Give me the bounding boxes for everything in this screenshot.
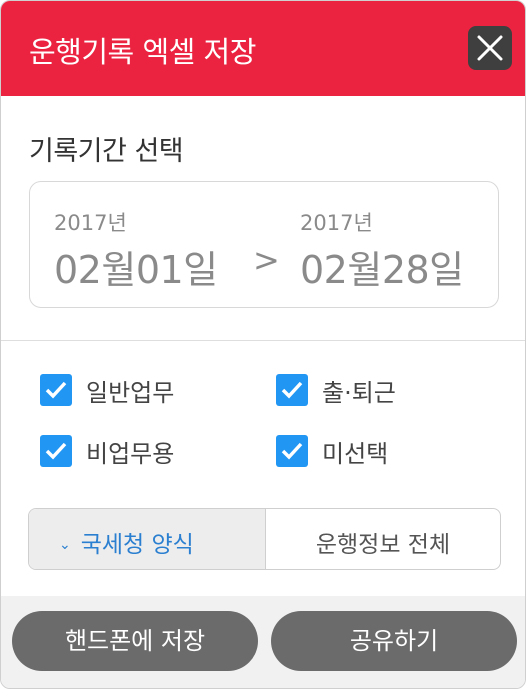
range-separator: > bbox=[253, 241, 280, 279]
checkbox[interactable] bbox=[276, 435, 308, 467]
tab-all-trip-info[interactable]: 운행정보 전체 bbox=[265, 525, 500, 559]
close-button[interactable] bbox=[468, 26, 512, 70]
format-toggle: ⌄ 국세청 양식 운행정보 전체 bbox=[28, 508, 501, 570]
period-title: 기록기간 선택 bbox=[29, 136, 184, 167]
start-year: 2017년 bbox=[54, 211, 127, 235]
tab-nts-format-label-wrap: ⌄ 국세청 양식 bbox=[59, 525, 194, 559]
start-date[interactable]: 02월01일 bbox=[54, 239, 218, 294]
end-year: 2017년 bbox=[300, 211, 373, 235]
checkbox[interactable] bbox=[276, 374, 308, 406]
option-label: 비업무용 bbox=[86, 440, 175, 468]
checkbox[interactable] bbox=[40, 435, 72, 467]
check-icon bbox=[281, 381, 303, 399]
option-label: 일반업무 bbox=[86, 379, 175, 407]
date-range-picker[interactable]: 2017년 02월01일 > 2017년 02월28일 bbox=[29, 181, 499, 308]
end-date[interactable]: 02월28일 bbox=[300, 239, 464, 294]
export-dialog: 운행기록 엑셀 저장 기록기간 선택 2017년 02월01일 > 2017년 … bbox=[0, 0, 526, 689]
tab-nts-format-label: 국세청 양식 bbox=[80, 532, 194, 558]
check-icon bbox=[281, 442, 303, 460]
tab-nts-format[interactable]: ⌄ 국세청 양식 bbox=[29, 509, 266, 569]
share-button[interactable]: 공유하기 bbox=[271, 611, 517, 671]
option-label: 미선택 bbox=[322, 440, 389, 468]
check-icon bbox=[45, 442, 67, 460]
close-icon bbox=[477, 35, 503, 61]
option-label: 출·퇴근 bbox=[322, 379, 396, 407]
dialog-header: 운행기록 엑셀 저장 bbox=[1, 1, 525, 96]
dialog-title: 운행기록 엑셀 저장 bbox=[29, 35, 256, 69]
save-to-phone-button[interactable]: 핸드폰에 저장 bbox=[12, 611, 258, 671]
footer-actions: 핸드폰에 저장 공유하기 bbox=[1, 596, 525, 688]
chevron-down-icon: ⌄ bbox=[59, 537, 71, 553]
check-icon bbox=[45, 381, 67, 399]
checkbox[interactable] bbox=[40, 374, 72, 406]
divider bbox=[1, 340, 525, 341]
